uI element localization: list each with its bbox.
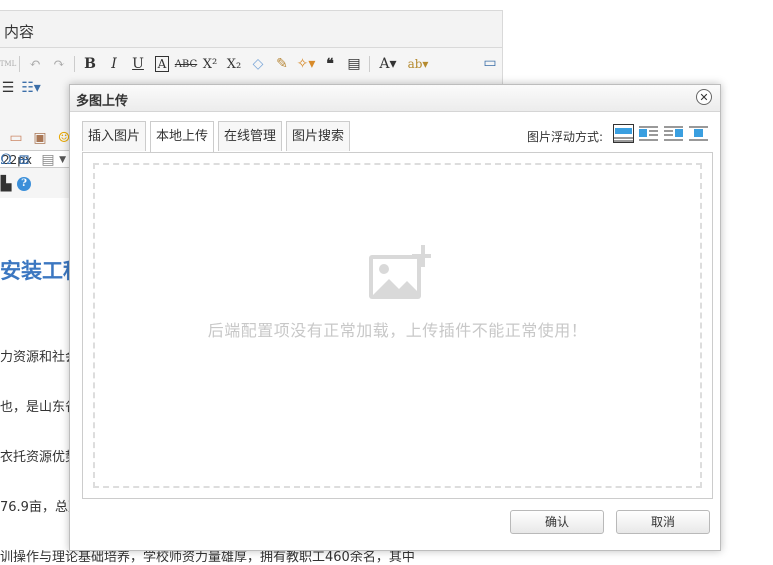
dialog-title: 多图上传: [76, 94, 129, 109]
background-color-icon[interactable]: ab▾: [403, 53, 433, 75]
font-color-icon[interactable]: A▾: [373, 53, 403, 75]
toolbar-separator: [74, 56, 75, 72]
upload-drop-area[interactable]: 后端配置项没有正常加载，上传插件不能正常使用！: [93, 163, 702, 488]
font-border-icon[interactable]: A: [150, 53, 174, 75]
field-label: 内容: [4, 23, 35, 41]
strikethrough-icon[interactable]: ABC: [174, 53, 198, 75]
toolbar-row-6: ▙ ?: [0, 172, 36, 196]
insert-image-icon[interactable]: ▣: [28, 127, 52, 149]
cancel-button[interactable]: 取消: [616, 510, 710, 534]
simple-upload-icon[interactable]: ▭: [4, 127, 28, 149]
toolbar-row-1: TML ↶ ↷ B I U A ABC X² X₂ ◇ ✎ ✧▾ ❝ ▤ A▾ …: [0, 52, 433, 76]
tab-insert-image[interactable]: 插入图片: [82, 121, 147, 151]
add-image-icon[interactable]: [369, 245, 431, 301]
redo-icon[interactable]: ↷: [47, 53, 71, 75]
upload-status-message: 后端配置项没有正常加载，上传插件不能正常使用！: [207, 321, 588, 340]
confirm-button[interactable]: 确认: [510, 510, 604, 534]
tab-image-search[interactable]: 图片搜索: [286, 121, 351, 151]
eraser-icon[interactable]: ◇: [246, 53, 270, 75]
close-icon[interactable]: ✕: [696, 89, 712, 105]
content-line: 衣托资源优势: [0, 450, 79, 465]
insert-frame-icon[interactable]: ⊞: [12, 149, 36, 171]
unordered-list-icon[interactable]: ☷▾: [16, 77, 46, 99]
superscript-icon[interactable]: X²: [198, 53, 222, 75]
dialog-header[interactable]: 多图上传 ✕: [70, 85, 720, 112]
tab-local-upload[interactable]: 本地上传: [150, 121, 215, 152]
float-none-icon[interactable]: [613, 124, 634, 143]
content-line: 也，是山东省: [0, 400, 79, 415]
field-label-bar: 内容: [0, 10, 503, 48]
float-center-icon[interactable]: [689, 125, 708, 142]
toolbar-separator: [369, 56, 370, 72]
multi-image-upload-dialog: 多图上传 ✕ 插入图片 本地上传 在线管理 图片搜索 图片浮动方式: 后端配置项…: [69, 84, 721, 551]
blockquote-icon[interactable]: ❝: [318, 53, 342, 75]
source-icon[interactable]: TML: [0, 53, 16, 75]
template-icon[interactable]: ▤: [36, 149, 60, 171]
help-icon[interactable]: ?: [12, 173, 36, 195]
toolbar-separator: [19, 56, 20, 72]
toolbar-row-5: Ω ⊞ ▤: [0, 148, 60, 172]
float-right-icon[interactable]: [664, 125, 683, 142]
dialog-tabs: 插入图片 本地上传 在线管理 图片搜索: [82, 121, 354, 152]
preview-icon[interactable]: ▭: [478, 52, 502, 74]
format-brush-icon[interactable]: ✎: [270, 53, 294, 75]
subscript-icon[interactable]: X₂: [222, 53, 246, 75]
italic-icon[interactable]: I: [102, 53, 126, 75]
auto-format-icon[interactable]: ✧▾: [294, 53, 318, 75]
underline-icon[interactable]: U: [126, 53, 150, 75]
float-left-icon[interactable]: [639, 125, 658, 142]
content-line: 力资源和社会: [0, 350, 79, 365]
paste-plain-icon[interactable]: ▤: [342, 53, 366, 75]
float-mode-label: 图片浮动方式:: [527, 130, 604, 144]
undo-icon[interactable]: ↶: [23, 53, 47, 75]
ordered-list-icon[interactable]: ☰: [0, 77, 16, 99]
tab-online-manage[interactable]: 在线管理: [218, 121, 283, 151]
float-mode-options: [613, 124, 708, 143]
upload-panel: 后端配置项没有正常加载，上传插件不能正常使用！: [82, 152, 713, 499]
chevron-down-icon: ▼: [59, 155, 66, 165]
bold-icon[interactable]: B: [78, 53, 102, 75]
special-char-icon[interactable]: Ω: [0, 149, 12, 171]
paste-icon[interactable]: ▙: [0, 173, 12, 195]
toolbar-row-2: ☰ ☷▾: [0, 76, 46, 100]
toolbar-row-4: ▭ ▣ ☺: [4, 126, 76, 150]
